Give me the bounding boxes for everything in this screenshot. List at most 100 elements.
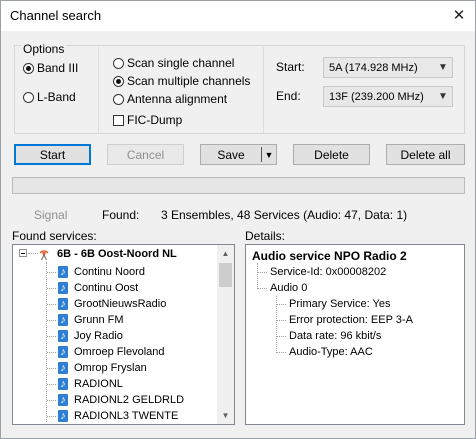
tree-connector [47,303,56,305]
list-item[interactable]: ♪ RADIONL [47,376,123,392]
list-item[interactable]: ♪ Omrop Fryslan [47,360,147,376]
end-channel-select[interactable]: 13F (239.200 MHz) ▼ [323,86,453,107]
scan-single-radio[interactable]: Scan single channel [113,56,234,70]
list-item[interactable]: ♪ GrootNieuwsRadio [47,296,166,312]
scroll-down-icon[interactable]: ▼ [217,407,234,424]
list-item[interactable]: ♪ Continu Oost [47,280,138,296]
list-item[interactable]: ♪ RADIONL3 TWENTE [47,408,178,424]
tree-connector [47,271,56,273]
start-channel-select[interactable]: 5A (174.928 MHz) ▼ [323,57,453,78]
split-divider [261,147,262,162]
ensemble-label: 6B - 6B Oost-Noord NL [57,248,177,260]
tree-connector [47,319,56,321]
save-button-label: Save [217,147,245,162]
tree-connector [47,287,56,289]
service-label: RADIONL2 GELDRLD [74,394,185,406]
service-label: GrootNieuwsRadio [74,298,167,310]
options-divider-1 [98,47,99,133]
music-note-icon: ♪ [58,298,68,310]
details-label: Details: [245,229,286,243]
music-note-icon: ♪ [58,314,68,326]
tree-connector [257,263,258,287]
service-label: RADIONL3 TWENTE [74,410,179,422]
music-note-icon: ♪ [58,266,68,278]
tree-connector [276,304,286,305]
music-note-icon: ♪ [58,394,68,406]
list-item[interactable]: ♪ RADIONL2 GELDRLD [47,392,184,408]
delete-button[interactable]: Delete [293,144,370,165]
dropdown-arrow-icon[interactable]: ▼ [263,150,275,160]
found-summary: 3 Ensembles, 48 Services (Audio: 47, Dat… [161,208,408,222]
channel-search-window: Channel search ✕ Options Band III L-Band… [0,0,476,439]
found-services-tree[interactable]: 6B - 6B Oost-Noord NL ♪ Continu Noord ♪ Co… [12,244,235,425]
l-band-label: L-Band [37,90,76,104]
collapse-icon[interactable] [19,249,27,257]
antenna-alignment-radio[interactable]: Antenna alignment [113,92,227,106]
end-channel-label: End: [276,89,301,103]
found-services-label: Found services: [12,229,97,243]
details-header: Audio service NPO Radio 2 [252,249,407,263]
audio-component-row: Audio 0 [270,282,308,294]
options-legend: Options [21,42,67,56]
l-band-radio[interactable]: L-Band [23,90,76,104]
signal-label: Signal [34,208,68,222]
radio-checked-icon [23,62,34,74]
window-title: Channel search [10,8,102,23]
chevron-down-icon: ▼ [438,62,448,73]
music-note-icon: ♪ [58,410,68,422]
tree-connector [47,383,56,385]
fic-dump-label: FIC-Dump [127,113,183,127]
scan-progress-bar [12,177,465,194]
ensemble-row[interactable]: 6B - 6B Oost-Noord NL [37,246,177,262]
vertical-scrollbar[interactable]: ▲ ▼ [217,245,234,424]
list-item[interactable]: ♪ Omroep Flevoland [47,344,165,360]
service-id-row: Service-Id: 0x00008202 [270,266,387,278]
error-protection-row: Error protection: EEP 3-A [289,314,413,326]
band-iii-radio[interactable]: Band III [23,61,78,75]
options-divider-2 [263,47,264,133]
scroll-up-icon[interactable]: ▲ [217,245,234,262]
tree-connector [47,335,56,337]
end-channel-value: 13F (239.200 MHz) [329,90,424,103]
music-note-icon: ♪ [58,346,68,358]
delete-all-button[interactable]: Delete all [386,144,465,165]
music-note-icon: ♪ [58,282,68,294]
service-label: Omroep Flevoland [74,346,165,358]
music-note-icon: ♪ [58,378,68,390]
audio-type-row: Audio-Type: AAC [289,346,373,358]
radio-unchecked-icon [23,91,34,103]
service-label: Omrop Fryslan [74,362,147,374]
list-item[interactable]: ♪ Joy Radio [47,328,123,344]
details-panel: Audio service NPO Radio 2 Service-Id: 0x… [245,244,465,425]
tree-connector [47,415,56,417]
tree-connector [47,367,56,369]
found-label: Found: [102,208,140,222]
tree-connector [257,288,267,289]
scrollbar-thumb[interactable] [219,263,232,287]
tree-connector [276,320,286,321]
radio-unchecked-icon [113,57,124,69]
tree-connector [276,352,286,353]
data-rate-row: Data rate: 96 kbit/s [289,330,382,342]
list-item[interactable]: ♪ Continu Noord [47,264,145,280]
tree-connector [276,336,286,337]
close-icon[interactable]: ✕ [449,6,469,26]
start-button[interactable]: Start [14,144,91,165]
tree-connector [47,399,56,401]
fic-dump-checkbox[interactable]: FIC-Dump [113,113,182,127]
music-note-icon: ♪ [58,330,68,342]
music-note-icon: ♪ [58,362,68,374]
scan-multiple-radio[interactable]: Scan multiple channels [113,74,250,88]
scan-single-label: Scan single channel [127,56,235,70]
band-iii-label: Band III [37,61,79,75]
service-label: RADIONL [74,378,123,390]
list-item[interactable]: ♪ Grunn FM [47,312,124,328]
start-channel-value: 5A (174.928 MHz) [329,61,418,74]
chevron-down-icon: ▼ [438,91,448,102]
cancel-button[interactable]: Cancel [107,144,184,165]
tree-connector [257,272,267,273]
service-label: Grunn FM [74,314,124,326]
scan-multiple-label: Scan multiple channels [127,74,251,88]
save-split-button[interactable]: Save ▼ [200,144,277,165]
service-label: Continu Noord [74,266,145,278]
